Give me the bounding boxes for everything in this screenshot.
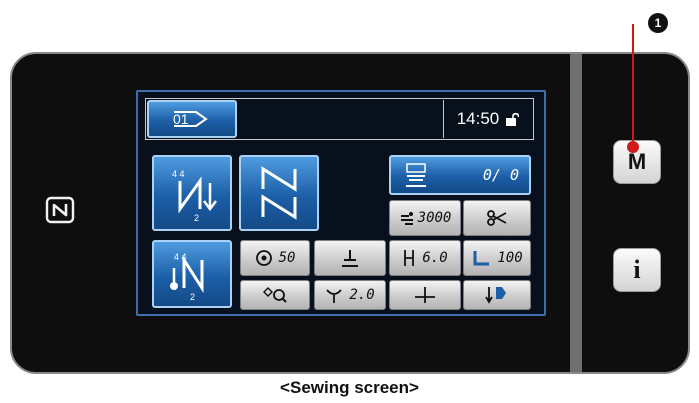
pattern-search-icon bbox=[263, 287, 287, 303]
reverse-stitch-icon bbox=[415, 287, 435, 303]
speed-button[interactable]: 3000 bbox=[389, 200, 461, 236]
feed-icon bbox=[485, 287, 506, 304]
multi-layer-icon bbox=[261, 166, 297, 220]
end-backtack-button[interactable]: 4 4 2 bbox=[152, 240, 232, 308]
presser-pressure-button[interactable]: 100 bbox=[463, 240, 531, 276]
time-area: 14:50 bbox=[443, 100, 532, 138]
start-backtack-button[interactable]: 4 4 2 bbox=[152, 155, 232, 231]
svg-text:4 4: 4 4 bbox=[172, 169, 185, 179]
feed-button[interactable] bbox=[463, 280, 531, 310]
thread-tension-button[interactable]: 50 bbox=[240, 240, 310, 276]
callout-number: 1 bbox=[648, 13, 668, 33]
counter-icon bbox=[406, 163, 426, 187]
figure-caption: <Sewing screen> bbox=[280, 378, 419, 397]
presser-foot-button[interactable] bbox=[314, 240, 386, 276]
svg-text:2: 2 bbox=[190, 292, 195, 302]
counter-button[interactable]: 0/ 0 bbox=[389, 155, 531, 195]
stitch-length-button[interactable]: 6.0 bbox=[389, 240, 461, 276]
presser-pressure-icon bbox=[473, 251, 490, 266]
panel-divider bbox=[570, 54, 582, 372]
counter-value: 0/ 0 bbox=[482, 166, 519, 184]
reverse-stitch-button[interactable] bbox=[389, 280, 461, 310]
multi-layer-button[interactable] bbox=[239, 155, 319, 231]
pattern-number: 01 bbox=[173, 111, 189, 127]
scissors-icon bbox=[487, 210, 507, 226]
thread-tension-value: 50 bbox=[278, 250, 296, 266]
end-backtack-icon: 4 4 2 bbox=[170, 252, 204, 302]
clock-time: 14:50 bbox=[456, 109, 500, 128]
svg-text:2: 2 bbox=[194, 213, 199, 223]
pattern-number-button[interactable]: 01 bbox=[147, 100, 237, 138]
nfc-icon bbox=[45, 196, 75, 224]
start-backtack-icon: 4 4 2 bbox=[172, 169, 217, 223]
needle-stroke-button[interactable]: 2.0 bbox=[314, 280, 386, 310]
unlock-icon[interactable] bbox=[505, 112, 520, 126]
callout-marker bbox=[627, 141, 639, 153]
presser-pressure-value: 100 bbox=[497, 250, 523, 266]
callout-line bbox=[632, 24, 634, 146]
stitch-length-icon bbox=[404, 250, 415, 266]
needle-icon bbox=[326, 289, 343, 303]
speed-value: 3000 bbox=[417, 210, 452, 226]
thread-tension-icon bbox=[255, 250, 272, 266]
info-button[interactable]: i bbox=[613, 248, 661, 292]
presser-foot-icon bbox=[342, 250, 358, 267]
stitch-length-value: 6.0 bbox=[422, 250, 448, 266]
pattern-search-button[interactable] bbox=[240, 280, 310, 310]
speed-icon bbox=[400, 212, 413, 225]
needle-stroke-value: 2.0 bbox=[349, 287, 375, 303]
thread-trim-button[interactable] bbox=[463, 200, 531, 236]
